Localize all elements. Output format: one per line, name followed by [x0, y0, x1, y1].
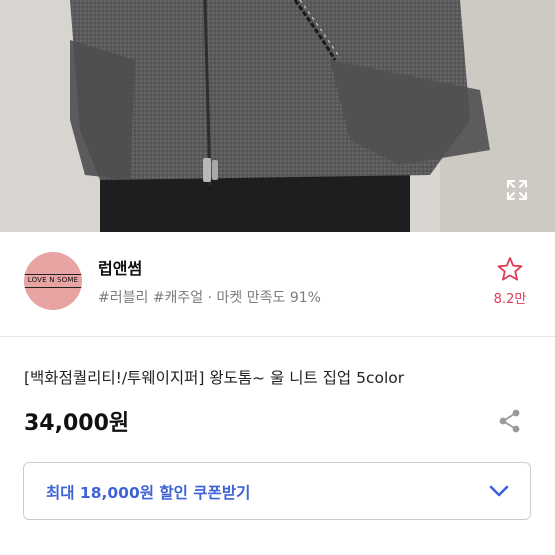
product-detail-page: LOVE N SOME 럽앤썸 #러블리 #캐주얼 · 마켓 만족도 91% 8…: [0, 0, 555, 555]
seller-logo[interactable]: LOVE N SOME: [24, 252, 82, 310]
seller-name[interactable]: 럽앤썸: [98, 255, 142, 279]
expand-icon: [507, 180, 527, 200]
seller-logo-text: LOVE N SOME: [24, 274, 82, 288]
product-image[interactable]: [0, 0, 555, 232]
seller-meta: #러블리 #캐주얼 · 마켓 만족도 91%: [98, 290, 321, 306]
star-outline-icon: [497, 257, 523, 281]
like-count: 8.2만: [493, 292, 527, 307]
expand-image-button[interactable]: [505, 178, 529, 202]
chevron-down-icon: [489, 485, 509, 497]
product-photo: [0, 0, 555, 232]
section-divider: [0, 336, 555, 337]
share-button[interactable]: [497, 408, 523, 434]
product-price: 34,000원: [24, 411, 130, 436]
coupon-label: 최대 18,000원 할인 쿠폰받기: [46, 484, 251, 502]
like-button[interactable]: 8.2만: [486, 256, 534, 312]
coupon-button[interactable]: 최대 18,000원 할인 쿠폰받기: [23, 462, 531, 520]
share-icon: [499, 409, 520, 433]
product-title: [백화점퀄리티!/투웨이지퍼] 왕도톰~ 울 니트 집업 5color: [24, 369, 405, 387]
